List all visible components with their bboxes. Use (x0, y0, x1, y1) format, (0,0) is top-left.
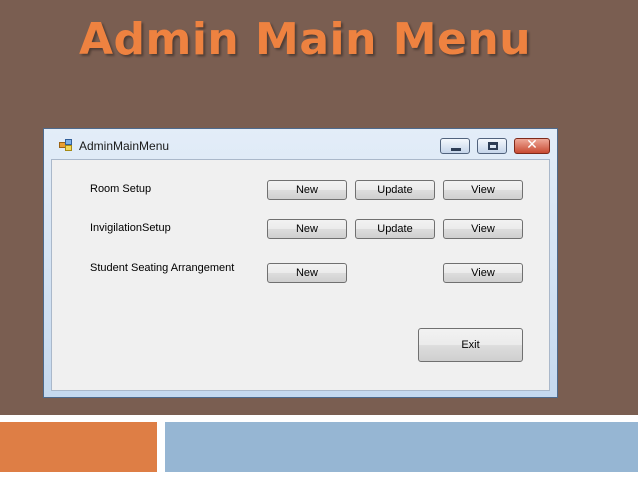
window-title: AdminMainMenu (79, 139, 170, 153)
invigilation-setup-view-button[interactable]: View (443, 219, 523, 239)
footer-band-blue (165, 422, 638, 472)
window-client-area: Room Setup New Update View InvigilationS… (51, 159, 550, 391)
admin-main-menu-window: AdminMainMenu ✕ Room Setup New Update Vi… (43, 128, 558, 398)
maximize-icon (488, 142, 498, 150)
invigilation-setup-new-button[interactable]: New (267, 219, 347, 239)
room-setup-new-button[interactable]: New (267, 180, 347, 200)
student-seating-new-button[interactable]: New (267, 263, 347, 283)
minimize-icon (451, 148, 461, 151)
exit-button[interactable]: Exit (418, 328, 523, 362)
invigilation-setup-label: InvigilationSetup (90, 222, 171, 234)
window-titlebar[interactable]: AdminMainMenu ✕ (44, 129, 557, 159)
room-setup-label: Room Setup (90, 183, 152, 195)
room-setup-view-button[interactable]: View (443, 180, 523, 200)
app-form-icon (59, 139, 73, 151)
footer-band-orange (0, 422, 157, 472)
minimize-button[interactable] (440, 138, 470, 154)
maximize-button[interactable] (477, 138, 507, 154)
close-button[interactable]: ✕ (514, 137, 550, 154)
student-seating-label: Student Seating Arrangement (90, 262, 235, 274)
invigilation-setup-update-button[interactable]: Update (355, 219, 435, 239)
slide-title: Admin Main Menu (78, 14, 532, 65)
student-seating-view-button[interactable]: View (443, 263, 523, 283)
close-icon: ✕ (526, 137, 538, 153)
room-setup-update-button[interactable]: Update (355, 180, 435, 200)
